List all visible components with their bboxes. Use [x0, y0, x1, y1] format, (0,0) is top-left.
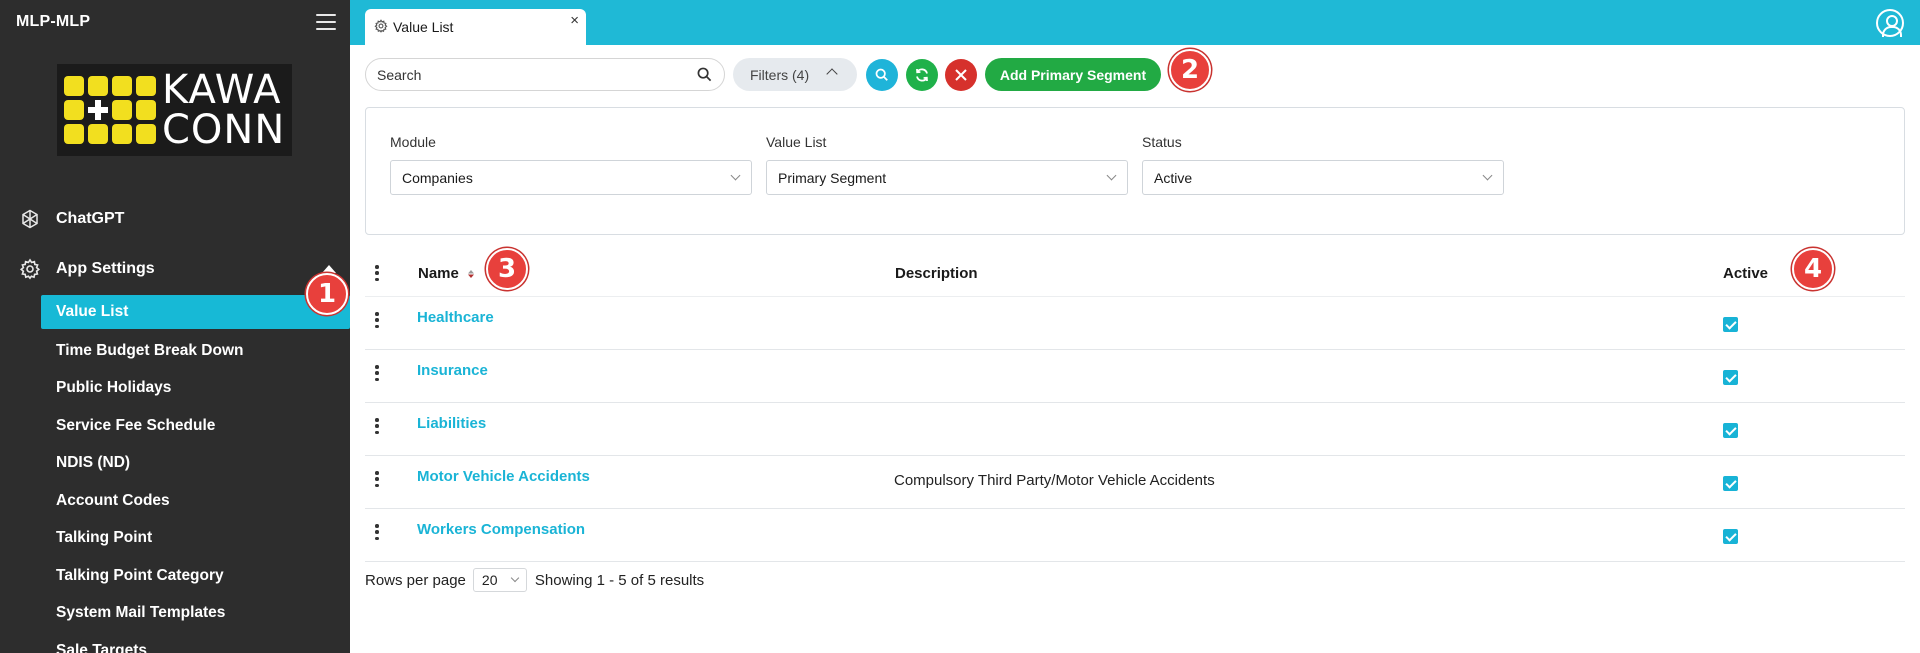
sidebar-header: MLP-MLP [0, 0, 350, 44]
status-label: Status [1142, 134, 1182, 150]
close-icon [955, 69, 967, 81]
table-row: Insurance [365, 350, 1905, 403]
sidebar-item-time-budget-break-down[interactable]: Time Budget Break Down [0, 332, 350, 370]
active-checkbox[interactable] [1723, 317, 1738, 332]
search-icon [875, 68, 888, 81]
table-header: Name Description Active [365, 250, 1905, 297]
row-description: Compulsory Third Party/Motor Vehicle Acc… [894, 472, 1215, 489]
annotation-badge-3: 3 [486, 248, 528, 290]
sidebar-item-public-holidays[interactable]: Public Holidays [0, 370, 350, 408]
row-name-link[interactable]: Workers Compensation [417, 521, 585, 538]
search-field[interactable] [365, 58, 725, 91]
annotation-badge-1: 1 [306, 273, 348, 315]
filters-label: Filters (4) [750, 66, 810, 83]
sidebar-item-account-codes[interactable]: Account Codes [0, 482, 350, 520]
chevron-up-icon [826, 68, 838, 80]
collapse-caret-icon[interactable] [322, 265, 336, 273]
filter-panel: Module Companies Value List Primary Segm… [365, 107, 1905, 235]
kawaconn-logo: KAWA CONN [57, 64, 292, 156]
sidebar-item-talking-point-category[interactable]: Talking Point Category [0, 557, 350, 595]
active-checkbox[interactable] [1723, 476, 1738, 491]
user-profile-icon[interactable] [1876, 9, 1904, 37]
row-menu-icon[interactable] [375, 365, 379, 381]
logo-wordmark: KAWA CONN [162, 67, 286, 153]
gear-icon [374, 18, 388, 36]
sidebar-item-system-mail-templates[interactable]: System Mail Templates [0, 595, 350, 633]
sort-icon [468, 270, 475, 279]
openai-icon [18, 207, 42, 231]
row-name-link[interactable]: Insurance [417, 362, 488, 379]
gear-icon [18, 257, 42, 281]
column-header-active[interactable]: Active [1723, 265, 1768, 282]
status-filter: Status Active [1142, 134, 1504, 195]
search-input[interactable] [377, 66, 677, 83]
rows-per-page-label: Rows per page [365, 571, 466, 589]
chevron-down-icon [510, 573, 520, 583]
status-select[interactable]: Active [1142, 160, 1504, 195]
search-icon[interactable] [697, 67, 712, 85]
tab-label: Value List [393, 19, 454, 35]
sidebar-item-app-settings[interactable]: App Settings [0, 244, 350, 294]
table-row: Workers Compensation [365, 509, 1905, 562]
results-summary: Showing 1 - 5 of 5 results [534, 571, 705, 589]
sidebar-item-sale-targets[interactable]: Sale Targets [0, 632, 350, 653]
add-primary-segment-button[interactable]: Add Primary Segment [985, 58, 1161, 91]
chevron-down-icon [730, 170, 741, 181]
top-bar: Value List × [350, 0, 1920, 45]
close-tab-icon[interactable]: × [570, 12, 579, 29]
app-title: MLP-MLP [16, 13, 91, 30]
row-menu-icon[interactable] [375, 312, 379, 328]
sidebar-nav: ChatGPT App Settings Value List Time Bud… [0, 194, 350, 653]
active-checkbox[interactable] [1723, 529, 1738, 544]
annotation-badge-2: 2 [1169, 49, 1211, 91]
sidebar-item-label: App Settings [56, 260, 155, 277]
apply-search-button[interactable] [866, 59, 898, 91]
pagination-footer: Rows per page 20 Showing 1 - 5 of 5 resu… [365, 568, 704, 592]
value-list-select[interactable]: Primary Segment [766, 160, 1128, 195]
hamburger-menu-icon[interactable] [316, 14, 336, 30]
tab-value-list[interactable]: Value List × [365, 9, 586, 45]
clear-filters-button[interactable] [945, 59, 977, 91]
active-checkbox[interactable] [1723, 370, 1738, 385]
rows-per-page-select[interactable]: 20 [472, 568, 527, 592]
sidebar: MLP-MLP KAWA CONN ChatGPT App Settings V… [0, 0, 350, 653]
row-name-link[interactable]: Liabilities [417, 415, 486, 432]
sidebar-item-label: ChatGPT [56, 210, 125, 227]
sidebar-item-value-list[interactable]: Value List [41, 295, 350, 329]
column-menu-icon[interactable] [375, 265, 379, 281]
annotation-badge-4: 4 [1792, 248, 1834, 290]
value-list-filter: Value List Primary Segment [766, 134, 1128, 195]
row-menu-icon[interactable] [375, 524, 379, 540]
sidebar-item-talking-point[interactable]: Talking Point [0, 520, 350, 558]
table-row: Healthcare [365, 297, 1905, 350]
table-row: Liabilities [365, 403, 1905, 456]
table-row: Motor Vehicle Accidents Compulsory Third… [365, 456, 1905, 509]
sidebar-item-chatgpt[interactable]: ChatGPT [0, 194, 350, 244]
column-header-description[interactable]: Description [895, 265, 978, 282]
value-list-label: Value List [766, 134, 827, 150]
sidebar-item-service-fee-schedule[interactable]: Service Fee Schedule [0, 407, 350, 445]
refresh-button[interactable] [906, 59, 938, 91]
column-header-name[interactable]: Name [418, 265, 475, 282]
module-select[interactable]: Companies [390, 160, 752, 195]
logo-mark [64, 76, 156, 144]
module-label: Module [390, 134, 436, 150]
chevron-down-icon [1106, 170, 1117, 181]
chevron-down-icon [1482, 170, 1493, 181]
module-filter: Module Companies [390, 134, 752, 195]
row-name-link[interactable]: Motor Vehicle Accidents [417, 468, 590, 485]
filters-toggle-button[interactable]: Filters (4) [733, 58, 857, 91]
row-name-link[interactable]: Healthcare [417, 309, 494, 326]
row-menu-icon[interactable] [375, 471, 379, 487]
row-menu-icon[interactable] [375, 418, 379, 434]
active-checkbox[interactable] [1723, 423, 1738, 438]
refresh-icon [916, 68, 928, 82]
sidebar-item-ndis[interactable]: NDIS (ND) [0, 445, 350, 483]
